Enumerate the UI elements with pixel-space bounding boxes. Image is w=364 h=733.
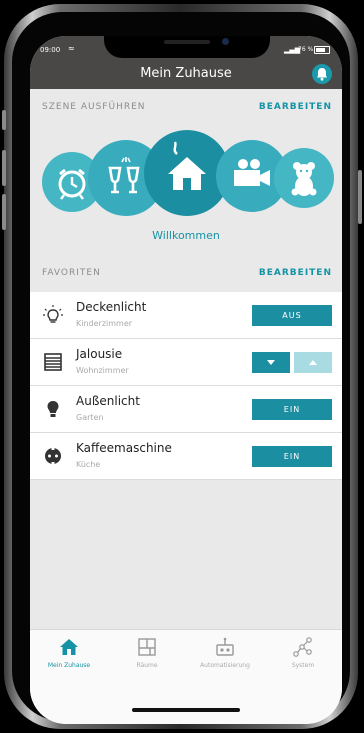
wifi-icon: ≈	[68, 44, 75, 53]
list-item: Kaffeemaschine Küche EIN	[30, 433, 342, 480]
toggle-on-button[interactable]: EIN	[252, 446, 332, 467]
blinds-icon	[44, 353, 62, 371]
network-icon	[293, 637, 312, 657]
app-screen: 09:00 ≈ ▂▄▆ 76 % Mein Zuhause SZENE AUSF…	[30, 36, 342, 724]
battery-icon	[314, 46, 330, 54]
favorites-list: Deckenlicht Kinderzimmer AUS Jalousie Wo…	[30, 292, 342, 480]
favorites-section-label: FAVORITEN	[42, 268, 101, 278]
volume-down-button	[2, 194, 6, 230]
device-name: Außenlicht	[76, 394, 140, 408]
scene-carousel	[30, 126, 342, 246]
scene-teddy[interactable]	[274, 148, 334, 208]
mute-switch	[2, 110, 6, 130]
list-item: Außenlicht Garten EIN	[30, 386, 342, 433]
robot-icon	[216, 637, 234, 656]
tab-label: Automatisierung	[200, 662, 250, 669]
tab-raeume[interactable]: Räume	[108, 630, 186, 680]
page-title: Mein Zuhause	[140, 66, 232, 81]
device-name: Kaffeemaschine	[76, 441, 172, 455]
tab-label: System	[291, 662, 315, 669]
list-item: Jalousie Wohnzimmer	[30, 339, 342, 386]
bulb-icon	[47, 401, 59, 417]
blinds-up-button[interactable]	[294, 352, 332, 373]
device-name: Deckenlicht	[76, 300, 147, 314]
tab-label: Räume	[136, 662, 158, 669]
device-name: Jalousie	[76, 347, 123, 361]
volume-up-button	[2, 150, 6, 186]
toggle-off-button[interactable]: AUS	[252, 305, 332, 326]
blinds-down-button[interactable]	[252, 352, 290, 373]
list-item: Deckenlicht Kinderzimmer AUS	[30, 292, 342, 339]
arrow-down-icon	[267, 360, 275, 365]
ceiling-light-icon	[43, 305, 63, 323]
scenes-section-label: SZENE AUSFÜHREN	[42, 102, 146, 112]
favorites-edit-button[interactable]: BEARBEITEN	[259, 268, 332, 278]
tab-mein-zuhause[interactable]: Mein Zuhause	[30, 630, 108, 680]
teddy-bear-icon	[291, 162, 317, 196]
tab-automatisierung[interactable]: Automatisierung	[186, 630, 264, 680]
notification-bell-icon[interactable]	[312, 64, 332, 84]
status-time: 09:00	[40, 46, 61, 54]
home-icon	[60, 639, 78, 655]
home-indicator	[132, 708, 240, 712]
toggle-on-button[interactable]: EIN	[252, 399, 332, 420]
battery-percent: 76 %	[298, 46, 314, 53]
arrow-up-icon	[309, 360, 317, 365]
device-room: Kinderzimmer	[76, 319, 133, 328]
power-button	[358, 170, 362, 224]
plug-icon	[45, 448, 61, 464]
device-notch	[104, 36, 270, 58]
tab-system[interactable]: System	[264, 630, 342, 680]
device-room: Garten	[76, 413, 104, 422]
tab-label: Mein Zuhause	[47, 662, 91, 669]
device-room: Küche	[76, 460, 101, 469]
floorplan-icon	[138, 638, 156, 656]
selected-scene-label: Willkommen	[152, 229, 220, 242]
device-room: Wohnzimmer	[76, 366, 129, 375]
scenes-edit-button[interactable]: BEARBEITEN	[259, 102, 332, 112]
